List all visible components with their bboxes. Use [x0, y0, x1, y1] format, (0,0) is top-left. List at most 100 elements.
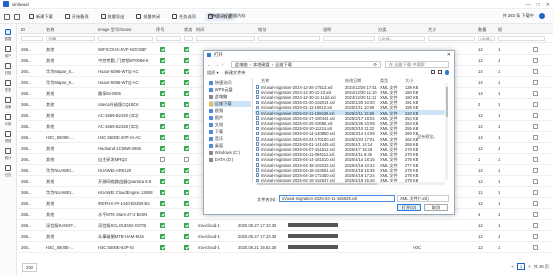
row-checkbox[interactable] — [160, 168, 165, 173]
maximize-icon[interactable]: □ — [537, 2, 540, 8]
organize-button[interactable]: 组织 ▾ — [207, 70, 219, 76]
row-enabled-checkbox[interactable] — [184, 245, 189, 250]
row-enabled-checkbox[interactable] — [184, 58, 189, 63]
dialog-close-button[interactable]: ✕ — [447, 52, 451, 58]
row-enabled-checkbox[interactable] — [184, 223, 189, 228]
nav-pane-item[interactable]: 文档 — [209, 122, 223, 128]
row-enabled-checkbox[interactable] — [184, 190, 189, 195]
help-icon[interactable] — [444, 70, 449, 75]
row-enabled-checkbox[interactable] — [184, 102, 189, 107]
column-filter[interactable]: (全部) — [378, 36, 425, 41]
column-header[interactable]: 大小 — [428, 27, 436, 33]
row-checkbox[interactable] — [160, 102, 165, 107]
sidebar-item-1[interactable]: 用户 — [0, 46, 16, 58]
address-bar[interactable]: 此电脑 › 本地磁盘 › 运维下载 ⟳ — [231, 61, 381, 68]
column-filter[interactable] — [21, 36, 43, 41]
row-checkbox[interactable] — [160, 245, 165, 250]
row-checkbox[interactable] — [160, 113, 165, 118]
column-filter[interactable] — [323, 36, 375, 41]
column-filter[interactable] — [428, 36, 475, 41]
toolbar-button-new-download[interactable]: 新建下载 — [26, 13, 56, 21]
row-select-checkbox[interactable] — [533, 146, 538, 151]
nav-pane-item[interactable]: WPS云盘 — [209, 87, 233, 93]
nav-pane-item[interactable]: 运维下载 — [209, 101, 251, 107]
column-header[interactable]: 分类 — [378, 27, 386, 33]
avatar[interactable] — [539, 13, 545, 19]
cancel-button[interactable]: 取消 — [424, 204, 448, 211]
column-filter[interactable]: (全部) — [478, 36, 495, 41]
nav-pane-item[interactable]: 视频 — [209, 108, 223, 114]
row-enabled-checkbox[interactable] — [184, 69, 189, 74]
row-checkbox[interactable] — [160, 157, 165, 162]
column-header[interactable]: 数量 — [478, 27, 486, 33]
row-checkbox[interactable] — [160, 135, 165, 140]
nav-pane-item[interactable]: 图片 — [209, 115, 223, 121]
breadcrumb-disk[interactable]: 本地磁盘 — [253, 62, 270, 68]
row-enabled-checkbox[interactable] — [184, 201, 189, 206]
row-enabled-checkbox[interactable] — [184, 157, 189, 162]
row-select-checkbox[interactable] — [533, 201, 538, 206]
row-enabled-checkbox[interactable] — [184, 212, 189, 217]
row-checkbox[interactable] — [160, 80, 165, 85]
sidebar-item-2[interactable]: 归档 — [0, 63, 16, 75]
row-checkbox[interactable] — [160, 223, 165, 228]
row-select-checkbox[interactable] — [533, 168, 538, 173]
row-enabled-checkbox[interactable] — [184, 146, 189, 151]
row-enabled-checkbox[interactable] — [184, 80, 189, 85]
preview-pane-icon[interactable] — [437, 70, 442, 74]
row-checkbox[interactable] — [160, 212, 165, 217]
row-select-checkbox[interactable] — [533, 47, 538, 52]
filetype-select[interactable]: XML 文件(*.xsl) — [397, 195, 449, 202]
file-list-scrollbar[interactable] — [445, 83, 448, 180]
breadcrumb-pc[interactable]: 此电脑 — [235, 62, 248, 68]
column-header[interactable]: ID — [21, 27, 25, 32]
row-enabled-checkbox[interactable] — [184, 179, 189, 184]
row-enabled-checkbox[interactable] — [184, 168, 189, 173]
row-enabled-checkbox[interactable] — [184, 234, 189, 239]
row-checkbox[interactable] — [160, 58, 165, 63]
column-filter[interactable] — [196, 36, 255, 41]
column-header[interactable]: Image 型号/Name — [98, 27, 132, 33]
column-header[interactable]: 状态 — [184, 27, 192, 33]
nav-pane-item[interactable]: 桌面 — [209, 143, 223, 149]
back-icon[interactable]: ← — [207, 62, 211, 67]
minimize-icon[interactable]: — — [526, 2, 531, 8]
toolbar-button-close[interactable]: 批量关闭 — [133, 13, 163, 21]
row-select-checkbox[interactable] — [533, 190, 538, 195]
sidebar-item-0[interactable]: 数据 — [0, 29, 16, 41]
row-select-checkbox[interactable] — [533, 91, 538, 96]
row-select-checkbox[interactable] — [533, 179, 538, 184]
new-folder-button[interactable]: 新建文件夹 — [225, 70, 246, 76]
sidebar-item-6[interactable]: 规则 — [0, 131, 16, 143]
column-header[interactable]: 序号 — [156, 27, 164, 33]
column-filter[interactable] — [156, 36, 181, 41]
row-enabled-checkbox[interactable] — [184, 91, 189, 96]
row-select-checkbox[interactable] — [533, 113, 538, 118]
row-enabled-checkbox[interactable] — [184, 47, 189, 52]
nav-pane-item[interactable]: 快速访问 — [209, 80, 232, 86]
nav-pane-item[interactable]: 音乐 — [209, 136, 223, 142]
column-filter[interactable] — [98, 36, 153, 41]
sidebar-item-4[interactable]: 设置 — [0, 97, 16, 109]
row-checkbox[interactable] — [160, 234, 165, 239]
grid-icon[interactable] — [14, 13, 20, 20]
page-size-select[interactable]: 200 — [22, 263, 37, 272]
row-select-checkbox[interactable] — [533, 80, 538, 85]
row-checkbox[interactable] — [160, 146, 165, 151]
row-checkbox[interactable] — [160, 201, 165, 206]
toolbar-button-start[interactable]: 开始备项 — [62, 13, 92, 21]
nav-pane-item[interactable]: Windows (C:) — [209, 150, 240, 156]
sidebar-item-3[interactable]: 任务 — [0, 80, 16, 92]
nav-pane-item[interactable]: 下载 — [209, 129, 223, 135]
row-select-checkbox[interactable] — [533, 124, 538, 129]
sidebar-item-7[interactable]: 统计 — [0, 148, 16, 160]
breadcrumb-folder[interactable]: 运维下载 — [275, 62, 292, 68]
prev-page-button[interactable]: < — [511, 264, 513, 269]
row-select-checkbox[interactable] — [533, 234, 538, 239]
row-select-checkbox[interactable] — [533, 212, 538, 217]
row-checkbox[interactable] — [160, 124, 165, 129]
next-page-button[interactable]: > — [528, 264, 530, 269]
row-select-checkbox[interactable] — [533, 102, 538, 107]
row-checkbox[interactable] — [160, 91, 165, 96]
row-checkbox[interactable] — [160, 179, 165, 184]
